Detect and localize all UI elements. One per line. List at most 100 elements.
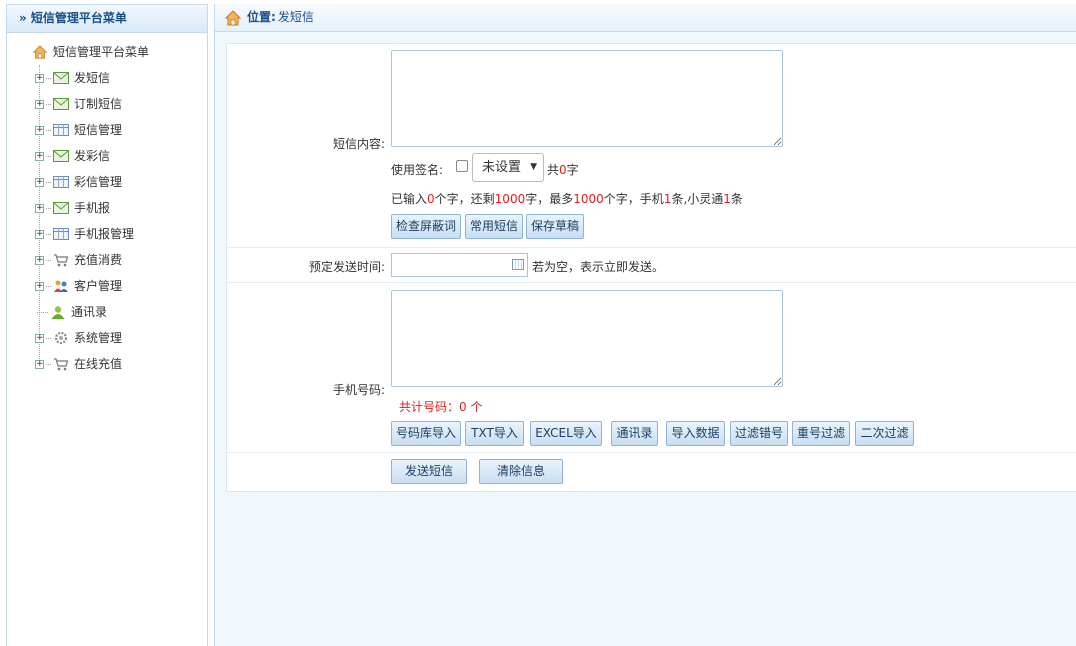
tree-connector — [46, 129, 51, 131]
sidebar-item[interactable]: + 在线充值 — [35, 355, 122, 373]
stats-text: 条,小灵通 — [671, 192, 724, 206]
char-total: 共0字 — [547, 161, 579, 178]
sidebar-item[interactable]: + 充值消费 — [35, 251, 122, 269]
sidebar-title: » 短信管理平台菜单 — [7, 5, 207, 33]
sidebar-item-label: 手机报 — [74, 201, 111, 215]
signature-select[interactable]: 未设置 ▼ — [472, 153, 544, 182]
user-icon — [50, 305, 66, 319]
tree-connector — [46, 207, 51, 209]
tree-connector — [46, 233, 51, 235]
save-draft-button[interactable]: 保存草稿 — [526, 214, 584, 239]
location-bar: 位置: 发短信 — [215, 4, 1076, 32]
tree-connector — [46, 285, 51, 287]
dedupe-button[interactable]: 重号过滤 — [792, 421, 850, 446]
expand-icon[interactable]: + — [35, 99, 44, 109]
sidebar-item[interactable]: + 发短信 — [35, 69, 110, 87]
chevron-down-icon: ▼ — [530, 162, 537, 172]
expand-icon[interactable]: + — [35, 203, 44, 213]
expand-icon[interactable]: + — [35, 177, 44, 187]
sidebar-item-label: 订制短信 — [74, 97, 123, 111]
users-icon — [53, 279, 69, 293]
stats-entered: 0 — [427, 192, 435, 206]
sidebar-item[interactable]: + 彩信管理 — [35, 173, 122, 191]
txt-import-button[interactable]: TXT导入 — [465, 421, 524, 446]
sidebar: » 短信管理平台菜单 短信管理平台菜单 + 发短信 + 订制短信 + 短信管理 + 发彩信 + 彩… — [6, 4, 208, 646]
sidebar-item[interactable]: 通讯录 — [35, 303, 107, 321]
row-divider — [227, 452, 1076, 453]
envelope-icon — [53, 71, 69, 85]
expand-icon[interactable]: + — [35, 333, 44, 343]
expand-icon[interactable]: + — [35, 125, 44, 135]
location-label: 位置: — [247, 10, 276, 24]
contacts-button[interactable]: 通讯录 — [611, 421, 658, 446]
expand-icon[interactable]: + — [35, 281, 44, 291]
sidebar-item-label: 在线充值 — [74, 357, 123, 371]
sidebar-item[interactable]: + 系统管理 — [35, 329, 122, 347]
cart-icon — [53, 253, 69, 267]
expand-icon[interactable]: + — [35, 229, 44, 239]
sidebar-item-label: 客户管理 — [74, 279, 123, 293]
tree-connector — [46, 363, 51, 365]
cart-icon — [53, 357, 69, 371]
common-sms-button[interactable]: 常用短信 — [465, 214, 523, 239]
signature-select-value: 未设置 — [482, 160, 522, 175]
sidebar-item-label: 短信管理 — [74, 123, 123, 137]
home-icon — [32, 45, 48, 59]
tree-root-label: 短信管理平台菜单 — [53, 45, 150, 59]
import-number-library-button[interactable]: 号码库导入 — [391, 421, 461, 446]
table-icon — [53, 227, 69, 241]
import-data-button[interactable]: 导入数据 — [666, 421, 725, 446]
stats-phs: 1 — [723, 192, 731, 206]
send-sms-button[interactable]: 发送短信 — [391, 459, 467, 484]
envelope-icon — [53, 97, 69, 111]
schedule-hint: 若为空，表示立即发送。 — [532, 260, 665, 274]
expand-icon[interactable]: + — [35, 359, 44, 369]
sidebar-item[interactable]: + 订制短信 — [35, 95, 122, 113]
sidebar-item-label: 通讯录 — [71, 305, 108, 319]
check-blocked-words-button[interactable]: 检查屏蔽词 — [391, 214, 461, 239]
stats-text: 个字，还剩 — [434, 192, 495, 206]
sidebar-item[interactable]: + 短信管理 — [35, 121, 122, 139]
tree-connector — [46, 103, 51, 105]
stats-max: 1000 — [573, 192, 604, 206]
stats-text: 个字，手机 — [603, 192, 664, 206]
sidebar-item-label: 彩信管理 — [74, 175, 123, 189]
secondary-filter-button[interactable]: 二次过滤 — [855, 421, 914, 446]
tree-connector — [46, 337, 51, 339]
calendar-icon[interactable] — [512, 259, 524, 270]
filter-invalid-button[interactable]: 过滤错号 — [730, 421, 788, 446]
phone-label: 手机号码: — [332, 383, 385, 397]
tree-connector — [46, 259, 51, 261]
tree-connector — [46, 155, 51, 157]
tree-connector — [46, 181, 51, 183]
signature-checkbox[interactable] — [456, 160, 468, 172]
excel-import-button[interactable]: EXCEL导入 — [530, 421, 602, 446]
clear-info-button[interactable]: 清除信息 — [479, 459, 563, 484]
char-stats: 已输入0个字，还剩1000字，最多1000个字，手机1条,小灵通1条 — [391, 190, 743, 207]
sms-content-textarea[interactable] — [391, 50, 783, 147]
char-total-count: 0 — [559, 163, 567, 177]
signature-label: 使用签名: — [391, 163, 444, 177]
expand-icon[interactable]: + — [35, 255, 44, 265]
tree-connector — [46, 77, 51, 79]
schedule-time-input[interactable] — [391, 253, 528, 277]
send-sms-form: 短信内容: 使用签名: 未设置 ▼ 共0字 已输入0个字，还剩1000字，最多1… — [226, 43, 1076, 492]
phone-numbers-textarea[interactable] — [391, 290, 783, 387]
sidebar-item[interactable]: + 手机报管理 — [35, 225, 134, 243]
main-panel: 位置: 发短信 短信内容: 使用签名: 未设置 ▼ 共0字 已输入0个字，还剩1… — [214, 4, 1076, 646]
home-icon — [225, 9, 241, 25]
tree-root[interactable]: 短信管理平台菜单 — [32, 43, 149, 61]
expand-icon[interactable]: + — [35, 73, 44, 83]
content-label: 短信内容: — [332, 137, 385, 151]
sidebar-item[interactable]: + 发彩信 — [35, 147, 110, 165]
tree-connector — [37, 311, 48, 313]
sidebar-item[interactable]: + 手机报 — [35, 199, 110, 217]
stats-text: 已输入 — [391, 192, 428, 206]
stats-text: 条 — [730, 192, 743, 206]
row-divider — [227, 247, 1076, 248]
sidebar-item-label: 手机报管理 — [74, 227, 135, 241]
envelope-icon — [53, 201, 69, 215]
expand-icon[interactable]: + — [35, 151, 44, 161]
char-total-prefix: 共 — [547, 163, 560, 177]
sidebar-item[interactable]: + 客户管理 — [35, 277, 122, 295]
